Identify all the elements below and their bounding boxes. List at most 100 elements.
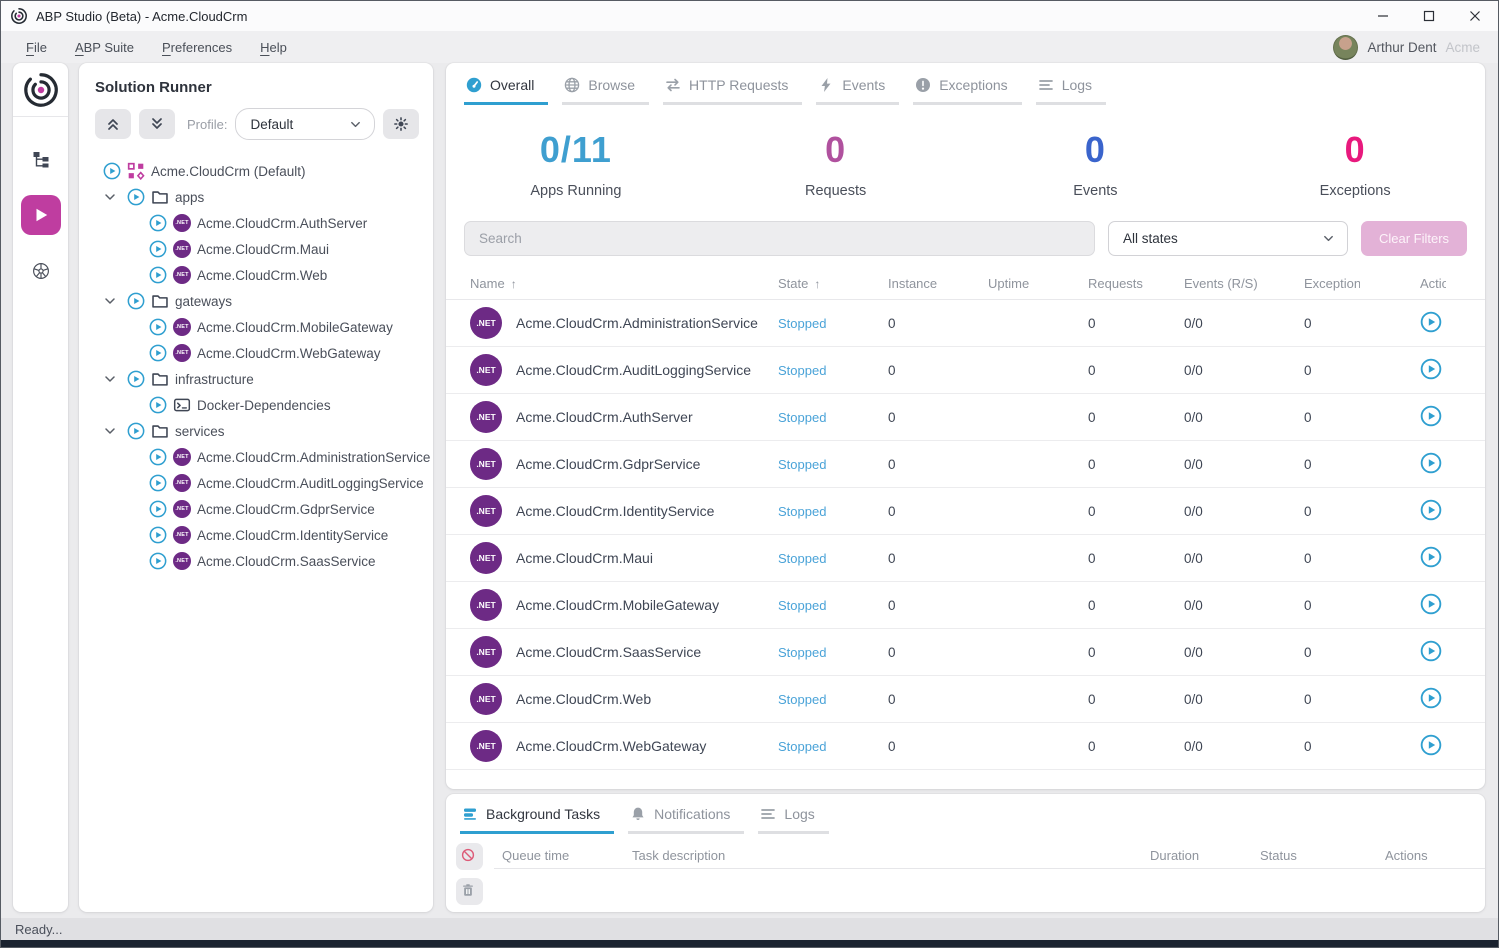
state-badge: Stopped: [778, 692, 888, 707]
rail-button-solution-explorer[interactable]: [21, 139, 61, 179]
instance-cell: 0: [888, 645, 988, 660]
state-badge: Stopped: [778, 316, 888, 331]
tree-item-apps[interactable]: apps: [79, 184, 429, 210]
table-row-acme-cloudcrm-authserver[interactable]: .NETAcme.CloudCrm.AuthServerStopped000/0…: [446, 394, 1485, 441]
bottom-panel: Background TasksNotificationsLogs Queue …: [446, 794, 1485, 912]
state-badge: Stopped: [778, 363, 888, 378]
run-play-icon: [149, 240, 167, 258]
events-cell: 0/0: [1184, 551, 1304, 566]
start-app-button[interactable]: [1420, 546, 1442, 568]
start-app-button[interactable]: [1420, 311, 1442, 333]
rail-button-solution-runner[interactable]: [21, 195, 61, 235]
column-header-requests[interactable]: Requests: [1088, 276, 1184, 291]
user-box[interactable]: Arthur Dent Acme: [1333, 35, 1488, 60]
start-app-button[interactable]: [1420, 593, 1442, 615]
bottom-tab-logs[interactable]: Logs: [758, 802, 828, 834]
column-header-uptime[interactable]: Uptime: [988, 276, 1088, 291]
tab-overall[interactable]: Overall: [464, 73, 548, 105]
tab-exceptions[interactable]: Exceptions: [913, 73, 1021, 105]
table-row-acme-cloudcrm-saasservice[interactable]: .NETAcme.CloudCrm.SaasServiceStopped000/…: [446, 629, 1485, 676]
tree-item-acme-cloudcrm-webgateway[interactable]: .NETAcme.CloudCrm.WebGateway: [79, 340, 429, 366]
tab-logs[interactable]: Logs: [1036, 73, 1106, 105]
start-app-button[interactable]: [1420, 358, 1442, 380]
tree-item-gateways[interactable]: gateways: [79, 288, 429, 314]
runner-settings-button[interactable]: [383, 109, 419, 139]
solution-runner-panel: Solution Runner Profile: Default Acme.Cl…: [79, 63, 433, 912]
start-app-button[interactable]: [1420, 499, 1442, 521]
tab-events[interactable]: Events: [816, 73, 899, 105]
maximize-button[interactable]: [1406, 1, 1452, 31]
exceptions-cell: 0: [1304, 551, 1390, 566]
app-name: Acme.CloudCrm.AuthServer: [516, 409, 693, 425]
exceptions-cell: 0: [1304, 316, 1390, 331]
clear-tasks-button[interactable]: [456, 878, 483, 905]
tree-item-acme-cloudcrm-auditloggingservice[interactable]: .NETAcme.CloudCrm.AuditLoggingService: [79, 470, 429, 496]
column-header-actions[interactable]: Actions: [1390, 276, 1485, 291]
bottom-tab-background-tasks[interactable]: Background Tasks: [460, 802, 614, 834]
abp-logo-icon: [13, 63, 68, 117]
stat-events: 0Events: [966, 129, 1226, 199]
state-badge: Stopped: [778, 645, 888, 660]
state-filter-select[interactable]: All states: [1108, 221, 1348, 256]
instance-cell: 0: [888, 363, 988, 378]
column-header-name[interactable]: Name↑: [470, 276, 778, 291]
start-app-button[interactable]: [1420, 734, 1442, 756]
menu-item-help[interactable]: Help: [247, 36, 300, 59]
requests-cell: 0: [1088, 316, 1184, 331]
column-header-events-r-s[interactable]: Events (R/S): [1184, 276, 1304, 291]
table-row-acme-cloudcrm-auditloggingservice[interactable]: .NETAcme.CloudCrm.AuditLoggingServiceSto…: [446, 347, 1485, 394]
profile-select[interactable]: Default: [235, 108, 375, 140]
clear-filters-button[interactable]: Clear Filters: [1361, 221, 1467, 256]
tree-item-acme-cloudcrm-gdprservice[interactable]: .NETAcme.CloudCrm.GdprService: [79, 496, 429, 522]
table-row-acme-cloudcrm-maui[interactable]: .NETAcme.CloudCrm.MauiStopped000/00: [446, 535, 1485, 582]
bottom-tab-notifications[interactable]: Notifications: [628, 802, 744, 834]
tab-http-requests[interactable]: HTTP Requests: [663, 73, 802, 105]
exceptions-cell: 0: [1304, 504, 1390, 519]
column-header-state[interactable]: State↑: [778, 276, 888, 291]
search-input[interactable]: [464, 221, 1095, 256]
table-row-acme-cloudcrm-administrationservice[interactable]: .NETAcme.CloudCrm.AdministrationServiceS…: [446, 300, 1485, 347]
tree-item-acme-cloudcrm-mobilegateway[interactable]: .NETAcme.CloudCrm.MobileGateway: [79, 314, 429, 340]
app-name: Acme.CloudCrm.IdentityService: [516, 503, 714, 519]
table-row-acme-cloudcrm-webgateway[interactable]: .NETAcme.CloudCrm.WebGatewayStopped000/0…: [446, 723, 1485, 770]
lines-icon: [760, 806, 776, 822]
tree-icon: [32, 150, 50, 168]
column-header-instance[interactable]: Instance: [888, 276, 988, 291]
tree-item-services[interactable]: services: [79, 418, 429, 444]
column-header-exceptions[interactable]: Exceptions: [1304, 276, 1390, 291]
tab-browse[interactable]: Browse: [562, 73, 649, 105]
start-app-button[interactable]: [1420, 405, 1442, 427]
rail-button-kubernetes[interactable]: [21, 251, 61, 291]
expand-all-button[interactable]: [139, 109, 175, 139]
tree-item-infrastructure[interactable]: infrastructure: [79, 366, 429, 392]
tree-item-docker-dependencies[interactable]: Docker-Dependencies: [79, 392, 429, 418]
start-app-button[interactable]: [1420, 452, 1442, 474]
menu-item-file[interactable]: File: [13, 36, 60, 59]
tree-item-acme-cloudcrm-saasservice[interactable]: .NETAcme.CloudCrm.SaasService: [79, 548, 429, 574]
cancel-all-tasks-button[interactable]: [456, 843, 483, 870]
tree-item-acme-cloudcrm-web[interactable]: .NETAcme.CloudCrm.Web: [79, 262, 429, 288]
tree-item-acme-cloudcrm-maui[interactable]: .NETAcme.CloudCrm.Maui: [79, 236, 429, 262]
tree-item-acme-cloudcrm-administrationservice[interactable]: .NETAcme.CloudCrm.AdministrationService: [79, 444, 429, 470]
tree-item-acme-cloudcrm-default[interactable]: Acme.CloudCrm (Default): [79, 158, 429, 184]
tasks-toolbar: [446, 834, 494, 905]
run-play-icon: [103, 162, 121, 180]
table-row-acme-cloudcrm-mobilegateway[interactable]: .NETAcme.CloudCrm.MobileGatewayStopped00…: [446, 582, 1485, 629]
dotnet-icon: .NET: [173, 526, 191, 544]
exceptions-cell: 0: [1304, 457, 1390, 472]
minimize-button[interactable]: [1360, 1, 1406, 31]
menu-item-preferences[interactable]: Preferences: [149, 36, 245, 59]
state-filter-value: All states: [1123, 231, 1178, 246]
close-button[interactable]: [1452, 1, 1498, 31]
start-app-button[interactable]: [1420, 687, 1442, 709]
table-row-acme-cloudcrm-identityservice[interactable]: .NETAcme.CloudCrm.IdentityServiceStopped…: [446, 488, 1485, 535]
start-app-button[interactable]: [1420, 640, 1442, 662]
menu-item-abp-suite[interactable]: ABP Suite: [62, 36, 147, 59]
tree-item-acme-cloudcrm-identityservice[interactable]: .NETAcme.CloudCrm.IdentityService: [79, 522, 429, 548]
events-cell: 0/0: [1184, 645, 1304, 660]
collapse-all-button[interactable]: [95, 109, 131, 139]
table-row-acme-cloudcrm-web[interactable]: .NETAcme.CloudCrm.WebStopped000/00: [446, 676, 1485, 723]
tree-item-acme-cloudcrm-authserver[interactable]: .NETAcme.CloudCrm.AuthServer: [79, 210, 429, 236]
stat-value: 0: [1225, 129, 1485, 171]
table-row-acme-cloudcrm-gdprservice[interactable]: .NETAcme.CloudCrm.GdprServiceStopped000/…: [446, 441, 1485, 488]
